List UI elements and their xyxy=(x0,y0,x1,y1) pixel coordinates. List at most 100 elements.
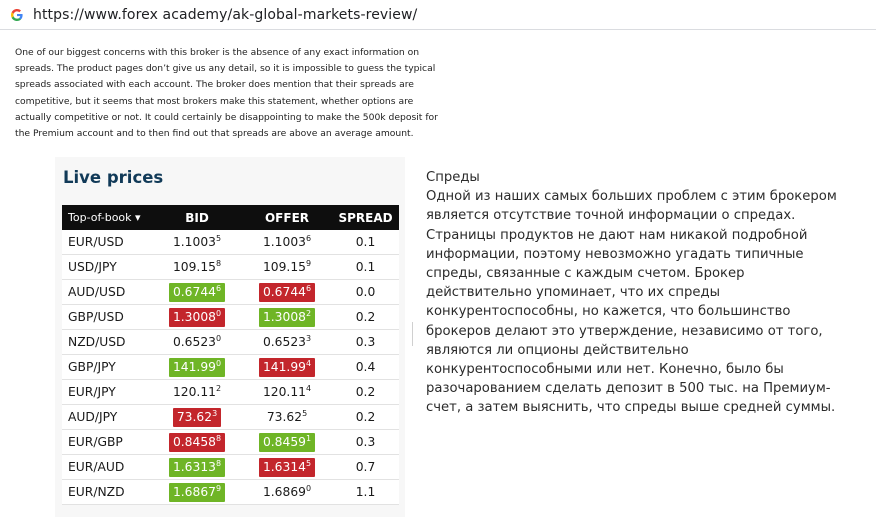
offer-cell: 0.84591 xyxy=(242,429,332,455)
price-row: EUR/NZD 1.68679 1.68690 1.1 xyxy=(62,479,399,505)
bid-price: 120.112 xyxy=(169,383,225,402)
bid-cell: 1.30080 xyxy=(152,304,242,330)
offer-pipette: 5 xyxy=(305,458,312,468)
offer-cell: 1.68690 xyxy=(242,479,332,505)
bid-cell: 73.623 xyxy=(152,404,242,430)
currency-pair: EUR/AUD xyxy=(62,454,152,480)
table-header-row: Top-of-book ▾ BID OFFER SPREAD xyxy=(62,205,399,230)
spread-value: 0.0 xyxy=(332,279,399,305)
bid-price: 0.84588 xyxy=(168,432,226,452)
bid-price-main: 0.6523 xyxy=(172,334,216,349)
bid-price-main: 1.6867 xyxy=(172,484,216,499)
offer-price-main: 120.11 xyxy=(262,384,306,399)
offer-cell: 120.114 xyxy=(242,379,332,405)
bid-price: 1.30080 xyxy=(168,307,226,327)
spread-value: 0.2 xyxy=(332,304,399,330)
spread-value: 0.2 xyxy=(332,379,399,405)
offer-price-main: 1.6314 xyxy=(262,459,306,474)
offer-cell: 1.30082 xyxy=(242,304,332,330)
offer-pipette: 4 xyxy=(305,358,312,368)
currency-pair: GBP/USD xyxy=(62,304,152,330)
bid-price: 1.10035 xyxy=(169,233,225,252)
offer-cell: 109.159 xyxy=(242,254,332,280)
spread-value: 0.4 xyxy=(332,354,399,380)
currency-pair: AUD/JPY xyxy=(62,404,152,430)
bid-cell: 1.68679 xyxy=(152,479,242,505)
offer-price-main: 1.6869 xyxy=(262,484,306,499)
spread-value: 0.7 xyxy=(332,454,399,480)
offer-pipette: 0 xyxy=(305,483,312,493)
offer-cell: 0.65233 xyxy=(242,329,332,355)
spread-value: 0.3 xyxy=(332,429,399,455)
offer-price: 1.63145 xyxy=(258,457,316,477)
offer-pipette: 6 xyxy=(305,283,312,293)
bid-pipette: 8 xyxy=(215,258,222,268)
spread-value: 1.1 xyxy=(332,479,399,505)
bid-cell: 0.65230 xyxy=(152,329,242,355)
offer-price: 73.625 xyxy=(263,408,311,427)
offer-pipette: 6 xyxy=(305,233,312,243)
bid-cell: 0.67446 xyxy=(152,279,242,305)
bid-pipette: 6 xyxy=(215,283,222,293)
offer-pipette: 5 xyxy=(302,408,308,418)
bid-cell: 0.84588 xyxy=(152,429,242,455)
top-of-book-dropdown[interactable]: Top-of-book ▾ xyxy=(62,205,152,230)
bid-price: 0.65230 xyxy=(169,333,225,352)
bid-pipette: 0 xyxy=(215,333,222,343)
offer-cell: 1.63145 xyxy=(242,454,332,480)
offer-price-main: 1.1003 xyxy=(262,234,306,249)
bid-price: 141.990 xyxy=(168,357,226,377)
bid-price: 1.63138 xyxy=(168,457,226,477)
price-row: GBP/USD 1.30080 1.30082 0.2 xyxy=(62,304,399,330)
bid-column-header: BID xyxy=(152,205,242,230)
bid-pipette: 0 xyxy=(215,358,222,368)
offer-price: 1.10036 xyxy=(259,233,315,252)
live-prices-widget: Live prices Top-of-book ▾ BID OFFER SPRE… xyxy=(55,157,405,517)
offer-price: 120.114 xyxy=(259,383,315,402)
price-row: EUR/JPY 120.112 120.114 0.2 xyxy=(62,379,399,405)
live-prices-table: Top-of-book ▾ BID OFFER SPREAD EUR/USD 1.… xyxy=(62,205,399,505)
bid-price-main: 109.15 xyxy=(172,259,216,274)
price-row: AUD/USD 0.67446 0.67446 0.0 xyxy=(62,279,399,305)
currency-pair: USD/JPY xyxy=(62,254,152,280)
live-prices-title: Live prices xyxy=(63,168,164,187)
offer-price-main: 141.99 xyxy=(262,359,306,374)
offer-price: 0.65233 xyxy=(259,333,315,352)
spread-value: 0.3 xyxy=(332,329,399,355)
spread-value: 0.1 xyxy=(332,254,399,280)
currency-pair: NZD/USD xyxy=(62,329,152,355)
offer-pipette: 4 xyxy=(305,383,312,393)
spread-value: 0.1 xyxy=(332,230,399,255)
price-row: GBP/JPY 141.990 141.994 0.4 xyxy=(62,354,399,380)
bid-price-main: 120.11 xyxy=(172,384,216,399)
offer-cell: 141.994 xyxy=(242,354,332,380)
offer-price: 109.159 xyxy=(259,258,315,277)
currency-pair: EUR/USD xyxy=(62,230,152,255)
currency-pair: EUR/JPY xyxy=(62,379,152,405)
bid-price-main: 141.99 xyxy=(172,359,216,374)
price-row: USD/JPY 109.158 109.159 0.1 xyxy=(62,254,399,280)
url-text[interactable]: https://www.forex academy/ak-global-mark… xyxy=(33,7,417,23)
offer-price-main: 0.6523 xyxy=(262,334,306,349)
address-bar[interactable]: https://www.forex academy/ak-global-mark… xyxy=(0,0,876,30)
price-row: AUD/JPY 73.623 73.625 0.2 xyxy=(62,404,399,430)
currency-pair: GBP/JPY xyxy=(62,354,152,380)
bid-cell: 1.10035 xyxy=(152,230,242,255)
english-paragraph: One of our biggest concerns with this br… xyxy=(15,47,438,140)
price-row: EUR/USD 1.10035 1.10036 0.1 xyxy=(62,230,399,255)
bid-pipette: 3 xyxy=(212,408,218,418)
bid-price-main: 1.1003 xyxy=(172,234,216,249)
offer-price: 141.994 xyxy=(258,357,316,377)
bid-pipette: 8 xyxy=(215,458,222,468)
currency-pair: EUR/GBP xyxy=(62,429,152,455)
offer-price-main: 73.62 xyxy=(266,409,303,424)
price-row: EUR/AUD 1.63138 1.63145 0.7 xyxy=(62,454,399,480)
bid-cell: 109.158 xyxy=(152,254,242,280)
bid-cell: 120.112 xyxy=(152,379,242,405)
bid-price-main: 0.6744 xyxy=(172,284,216,299)
bid-pipette: 9 xyxy=(215,483,222,493)
offer-pipette: 3 xyxy=(305,333,312,343)
bid-pipette: 8 xyxy=(215,433,222,443)
russian-translation-text: Спреды Одной из наших самых больших проб… xyxy=(426,170,837,416)
offer-column-header: OFFER xyxy=(242,205,332,230)
